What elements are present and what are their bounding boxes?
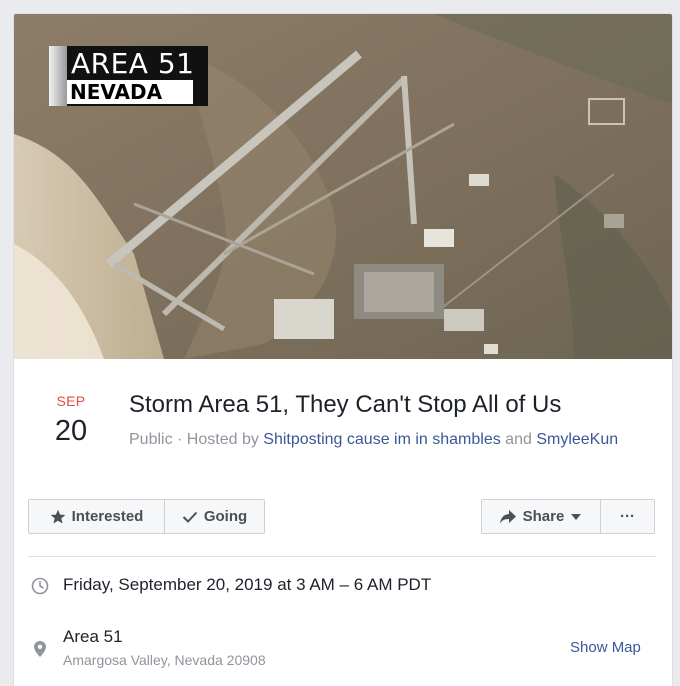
date-day: 20 — [54, 415, 88, 447]
privacy-label: Public — [129, 431, 173, 448]
badge-subtitle: NEVADA — [67, 80, 193, 104]
event-time: Friday, September 20, 2019 at 3 AM – 6 A… — [63, 575, 432, 594]
star-icon — [50, 509, 65, 523]
event-title: Storm Area 51, They Can't Stop All of Us — [129, 391, 562, 418]
host-link-2[interactable]: SmyleeKun — [536, 431, 618, 448]
clock-icon — [31, 577, 49, 595]
caret-down-icon — [571, 513, 582, 520]
location-address: Amargosa Valley, Nevada 20908 — [63, 652, 266, 668]
event-meta: Public · Hosted by Shitposting cause im … — [129, 427, 639, 452]
hosted-by-text: · Hosted by — [172, 431, 264, 448]
news-badge: AREA 51 NEVADA — [49, 46, 208, 106]
date-month: SEP — [56, 393, 86, 409]
badge-stripe — [49, 46, 67, 106]
show-map-link[interactable]: Show Map — [570, 639, 641, 656]
event-card: AREA 51 NEVADA SEP 20 Storm Area 51, The… — [13, 13, 673, 686]
more-options-button[interactable]: ··· — [600, 499, 655, 534]
share-arrow-icon — [499, 509, 516, 524]
and-text: and — [500, 431, 537, 448]
interested-label: Interested — [71, 508, 144, 525]
going-label: Going — [203, 508, 248, 525]
location-name[interactable]: Area 51 — [63, 627, 123, 647]
going-button[interactable]: Going — [164, 499, 265, 534]
more-icon: ··· — [620, 508, 635, 525]
share-button[interactable]: Share — [481, 499, 601, 534]
share-label: Share — [522, 508, 565, 525]
cover-photo[interactable]: AREA 51 NEVADA — [14, 14, 672, 359]
interested-button[interactable]: Interested — [28, 499, 165, 534]
badge-title: AREA 51 — [71, 47, 195, 80]
check-icon — [182, 511, 198, 523]
divider — [28, 556, 656, 557]
host-link-1[interactable]: Shitposting cause im in shambles — [263, 431, 500, 448]
location-pin-icon — [34, 641, 46, 657]
